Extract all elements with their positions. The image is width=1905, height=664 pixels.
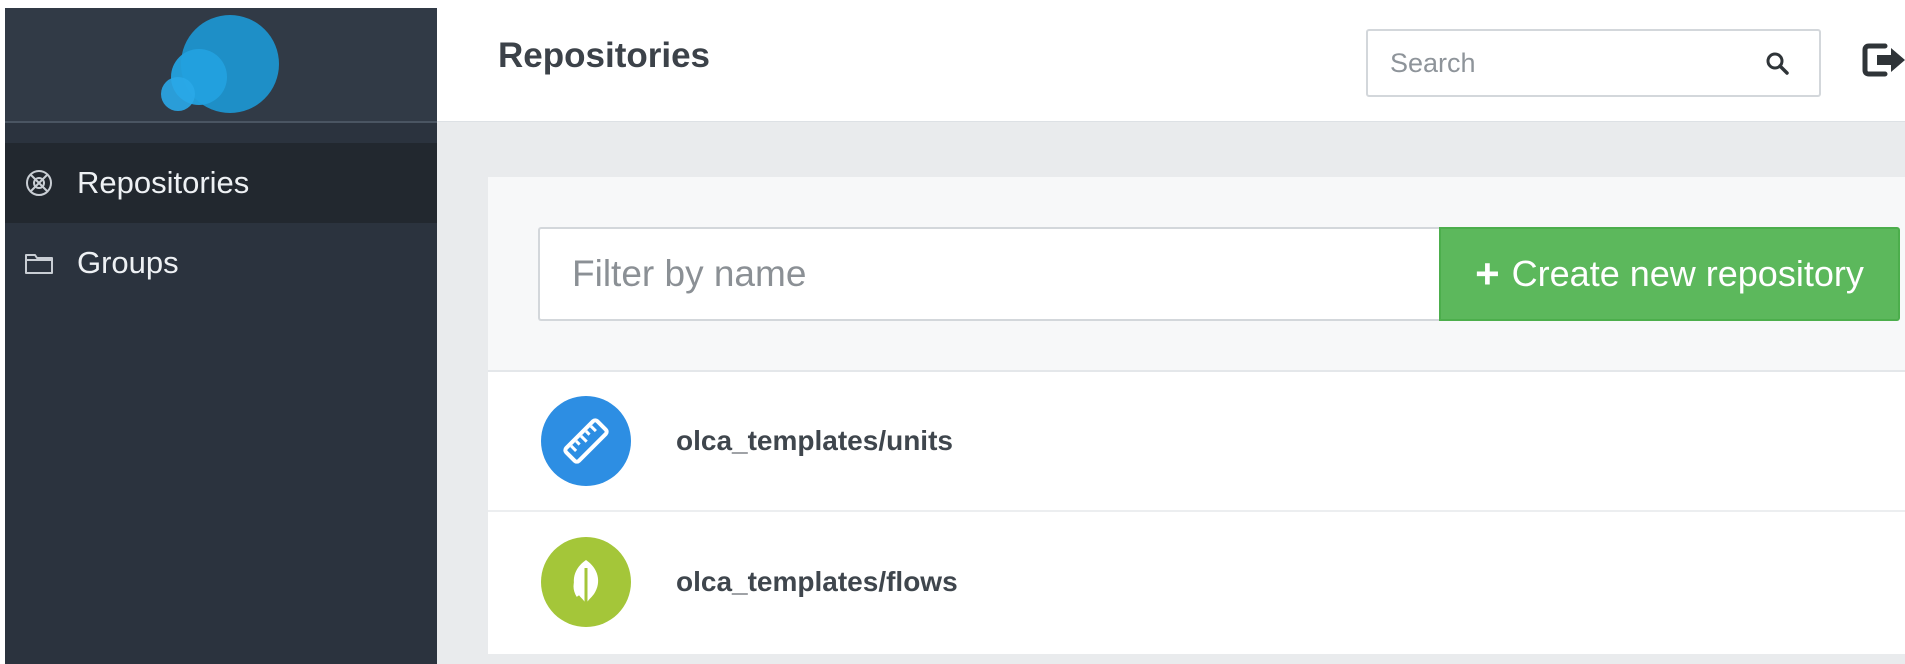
repositories-toolbar: + Create new repository bbox=[488, 177, 1905, 372]
repository-row[interactable]: olca_templates/units bbox=[488, 372, 1905, 512]
repository-avatar bbox=[541, 396, 631, 486]
repository-avatar bbox=[541, 537, 631, 627]
logout-icon[interactable] bbox=[1861, 40, 1905, 80]
sidebar-nav: Repositories Groups bbox=[5, 143, 437, 303]
search-box bbox=[1366, 29, 1821, 97]
repositories-icon bbox=[26, 170, 52, 196]
ruler-icon bbox=[563, 418, 609, 464]
folder-icon bbox=[25, 254, 53, 274]
search-input[interactable] bbox=[1368, 31, 1758, 95]
sidebar-item-groups[interactable]: Groups bbox=[5, 223, 437, 303]
search-icon[interactable] bbox=[1764, 50, 1790, 76]
repository-name[interactable]: olca_templates/flows bbox=[676, 566, 958, 598]
logo-area bbox=[5, 8, 437, 123]
repository-name[interactable]: olca_templates/units bbox=[676, 425, 953, 457]
page-title: Repositories bbox=[498, 36, 710, 75]
create-repository-label: Create new repository bbox=[1511, 253, 1864, 294]
filter-input[interactable] bbox=[538, 227, 1439, 321]
logo-circle-small bbox=[161, 76, 195, 111]
plus-icon: + bbox=[1475, 250, 1500, 297]
repository-row[interactable]: olca_templates/flows bbox=[488, 512, 1905, 652]
app-window: Repositories Groups Repositories Search … bbox=[0, 0, 1905, 664]
app-logo[interactable] bbox=[161, 14, 281, 115]
leaf-icon bbox=[573, 560, 599, 604]
repositories-panel: + Create new repository olca_templates/u… bbox=[488, 177, 1905, 654]
main-content: + Create new repository olca_templates/u… bbox=[437, 122, 1905, 664]
create-repository-button[interactable]: + Create new repository bbox=[1439, 227, 1900, 321]
sidebar-item-label: Groups bbox=[77, 245, 179, 280]
sidebar-item-repositories[interactable]: Repositories bbox=[5, 143, 437, 223]
top-bar: Repositories bbox=[437, 0, 1905, 122]
sidebar-item-label: Repositories bbox=[77, 165, 250, 200]
sidebar: Repositories Groups bbox=[5, 8, 437, 664]
